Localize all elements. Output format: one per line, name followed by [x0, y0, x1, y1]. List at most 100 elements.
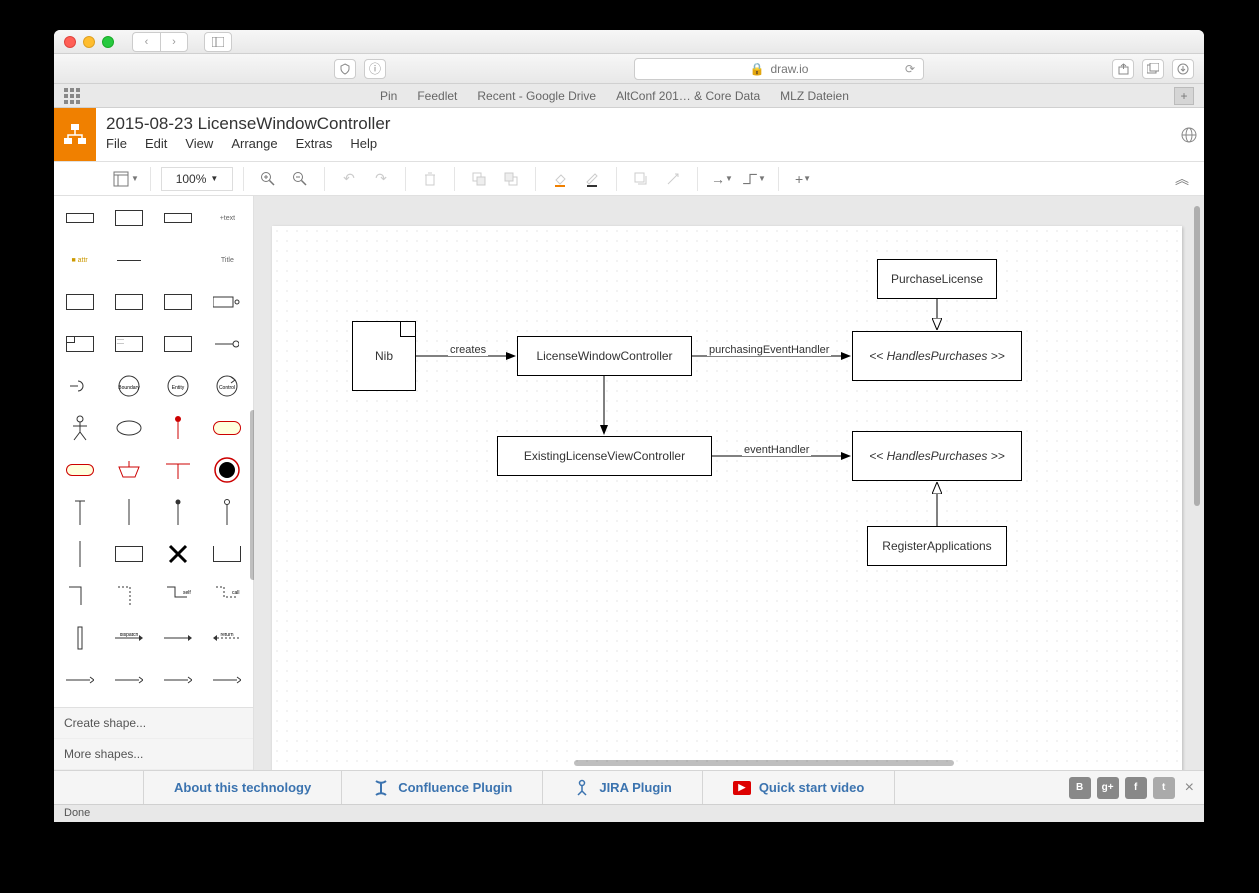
node-existing-license-view-controller[interactable]: ExistingLicenseViewController [497, 436, 712, 476]
menu-arrange[interactable]: Arrange [231, 136, 277, 151]
redo-button[interactable]: ↷ [367, 166, 395, 192]
shape-item[interactable] [157, 620, 200, 656]
shape-item[interactable] [157, 662, 200, 698]
shape-item[interactable] [58, 494, 101, 530]
menu-file[interactable]: File [106, 136, 127, 151]
line-color-button[interactable] [578, 166, 606, 192]
insert-dropdown[interactable]: + ▼ [789, 166, 817, 192]
document-title[interactable]: 2015-08-23 LicenseWindowController [106, 114, 1164, 134]
zoom-out-button[interactable] [286, 166, 314, 192]
connection-dropdown[interactable]: → ▼ [708, 166, 736, 192]
menu-view[interactable]: View [185, 136, 213, 151]
shape-item[interactable] [157, 284, 200, 320]
shape-item[interactable] [107, 494, 150, 530]
shape-item[interactable]: self [157, 578, 200, 614]
shape-item[interactable] [107, 410, 150, 446]
zoom-select[interactable]: 100%▼ [161, 167, 233, 191]
footer-jira[interactable]: JIRA Plugin [543, 771, 702, 804]
undo-button[interactable]: ↶ [335, 166, 363, 192]
shape-item[interactable] [107, 242, 150, 278]
delete-button[interactable] [416, 166, 444, 192]
bookmark-item[interactable]: Pin [380, 89, 397, 103]
view-dropdown[interactable]: ▼ [112, 166, 140, 192]
shape-item[interactable]: Boundary [107, 368, 150, 404]
to-back-button[interactable] [497, 166, 525, 192]
share-icon[interactable] [1112, 59, 1134, 79]
shape-item[interactable] [58, 284, 101, 320]
twitter-icon[interactable]: t [1153, 777, 1175, 799]
footer-confluence[interactable]: Confluence Plugin [342, 771, 543, 804]
language-icon[interactable] [1174, 108, 1204, 161]
shape-item[interactable]: call [206, 578, 249, 614]
url-bar[interactable]: 🔒 draw.io ⟳ [634, 58, 924, 80]
shape-item[interactable] [157, 410, 200, 446]
footer-video[interactable]: ▶ Quick start video [703, 771, 895, 804]
shape-item[interactable] [58, 662, 101, 698]
shape-item[interactable] [58, 326, 101, 362]
shape-item[interactable] [157, 536, 200, 572]
collapse-toolbar-button[interactable]: ︽ [1168, 166, 1196, 192]
shape-item[interactable]: Entity [157, 368, 200, 404]
shape-item[interactable] [58, 578, 101, 614]
shadow-button[interactable] [627, 166, 655, 192]
shape-item[interactable] [206, 494, 249, 530]
edge-label-purchasing-event-handler[interactable]: purchasingEventHandler [707, 344, 831, 356]
back-button[interactable]: ‹ [132, 32, 160, 52]
edge-label-event-handler[interactable]: eventHandler [742, 444, 811, 456]
zoom-window-button[interactable] [102, 36, 114, 48]
downloads-icon[interactable] [1172, 59, 1194, 79]
more-shapes-button[interactable]: More shapes... [54, 739, 253, 770]
new-tab-button[interactable]: + [1174, 87, 1194, 105]
googleplus-icon[interactable]: g+ [1097, 777, 1119, 799]
menu-edit[interactable]: Edit [145, 136, 167, 151]
bookmark-item[interactable]: Recent - Google Drive [477, 89, 596, 103]
reload-icon[interactable]: ⟳ [905, 62, 915, 76]
close-window-button[interactable] [64, 36, 76, 48]
fill-color-button[interactable] [546, 166, 574, 192]
shape-item[interactable]: Title [206, 242, 249, 278]
shape-item[interactable]: Control [206, 368, 249, 404]
node-handles-purchases-1[interactable]: << HandlesPurchases >> [852, 331, 1022, 381]
shape-item[interactable] [107, 536, 150, 572]
menu-help[interactable]: Help [350, 136, 377, 151]
shape-item[interactable] [107, 662, 150, 698]
shape-item[interactable]: return [206, 620, 249, 656]
shape-item[interactable] [206, 452, 249, 488]
canvas-scrollbar-v[interactable] [1194, 206, 1200, 506]
bookmark-item[interactable]: AltConf 201… & Core Data [616, 89, 760, 103]
blogger-icon[interactable]: B [1069, 777, 1091, 799]
shape-item[interactable]: dispatch [107, 620, 150, 656]
shape-item[interactable] [107, 452, 150, 488]
info-icon[interactable]: ⓘ [364, 59, 386, 79]
node-license-window-controller[interactable]: LicenseWindowController [517, 336, 692, 376]
shape-item[interactable] [107, 200, 150, 236]
footer-about[interactable]: About this technology [144, 771, 342, 804]
shape-item[interactable] [157, 242, 200, 278]
bookmark-item[interactable]: Feedlet [417, 89, 457, 103]
canvas-area[interactable]: Nib LicenseWindowController ExistingLice… [254, 196, 1204, 770]
node-register-applications[interactable]: RegisterApplications [867, 526, 1007, 566]
node-nib[interactable]: Nib [352, 321, 416, 391]
shape-item[interactable] [206, 326, 249, 362]
shield-icon[interactable] [334, 59, 356, 79]
shape-item[interactable] [157, 494, 200, 530]
apps-icon[interactable] [64, 88, 80, 104]
shape-item[interactable]: ──── [107, 326, 150, 362]
shape-item[interactable] [107, 578, 150, 614]
shape-item[interactable] [58, 452, 101, 488]
node-handles-purchases-2[interactable]: << HandlesPurchases >> [852, 431, 1022, 481]
shape-item[interactable] [157, 326, 200, 362]
create-shape-button[interactable]: Create shape... [54, 708, 253, 739]
shapes-palette[interactable]: +text ■ attr Title ──── Boundary Entity [54, 196, 253, 707]
shape-item[interactable]: +text [206, 200, 249, 236]
shape-item[interactable] [206, 284, 249, 320]
edge-label-creates[interactable]: creates [448, 344, 488, 356]
node-purchase-license[interactable]: PurchaseLicense [877, 259, 997, 299]
waypoint-dropdown[interactable]: ▼ [740, 166, 768, 192]
to-front-button[interactable] [465, 166, 493, 192]
drawing-canvas[interactable]: Nib LicenseWindowController ExistingLice… [272, 226, 1182, 770]
shape-item[interactable] [107, 284, 150, 320]
facebook-icon[interactable]: f [1125, 777, 1147, 799]
drawio-logo[interactable] [54, 108, 96, 161]
shape-item[interactable]: ■ attr [58, 242, 101, 278]
